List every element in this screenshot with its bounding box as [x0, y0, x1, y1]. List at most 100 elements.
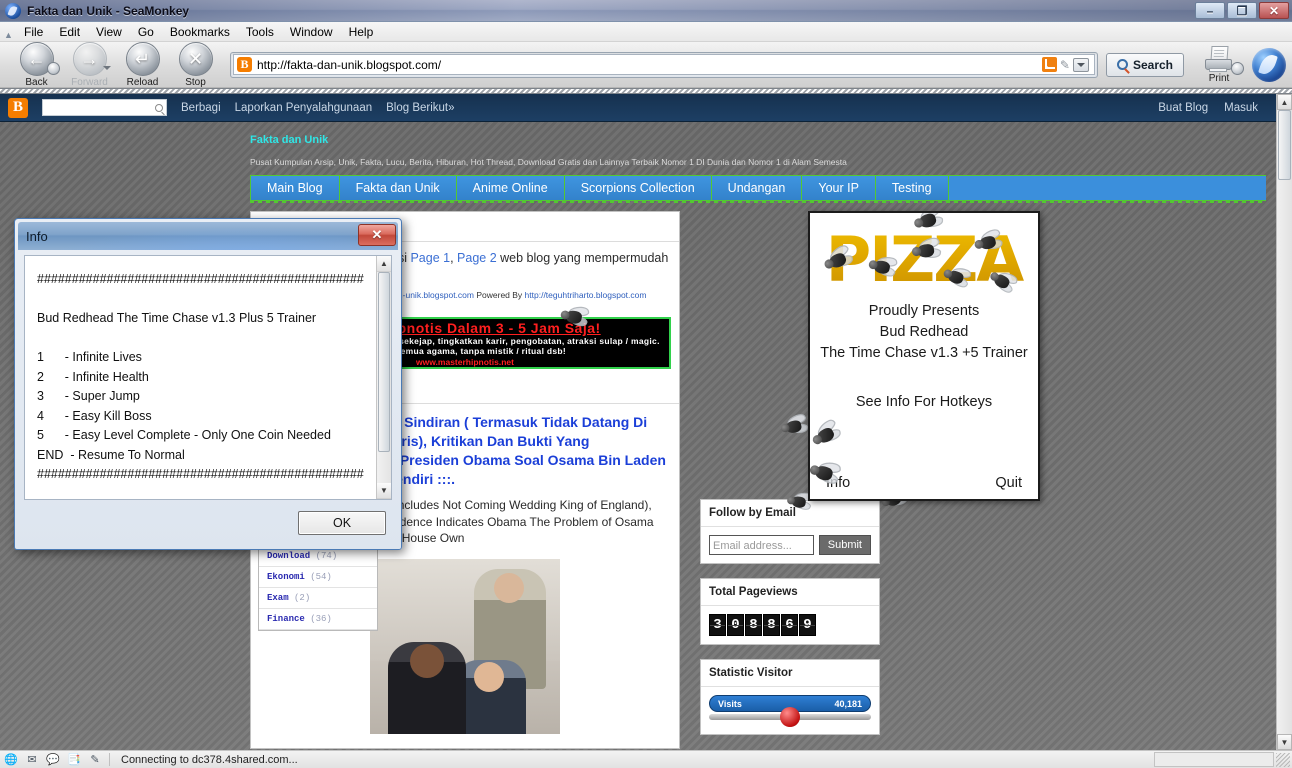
trainer-headings: Proudly Presents Bud Redhead The Time Ch… — [810, 301, 1038, 364]
scroll-up-icon[interactable]: ▲ — [377, 256, 391, 272]
forward-history-dropdown-icon — [103, 65, 111, 70]
tab-anime-online[interactable]: Anime Online — [456, 176, 565, 200]
info-dialog-scrollbar[interactable]: ▲ ▼ — [376, 256, 391, 499]
bookmark-pencil-icon[interactable]: ✎ — [1060, 58, 1070, 72]
total-pageviews-widget: Total Pageviews 3 0 8 8 6 9 — [700, 578, 880, 645]
blogger-search-input[interactable] — [42, 99, 167, 116]
menu-file[interactable]: File — [16, 23, 51, 41]
pageviews-digit: 0 — [727, 614, 744, 636]
url-bar-icons: ✎ — [1041, 57, 1091, 72]
addressbook-icon[interactable]: 📑 — [67, 753, 81, 766]
blogger-link-laporkan[interactable]: Laporkan Penyalahgunaan — [235, 102, 372, 114]
window-title: Fakta dan Unik - SeaMonkey — [27, 3, 190, 18]
location-bar[interactable]: B http://fakta-dan-unik.blogspot.com/ ✎ — [230, 51, 1098, 78]
email-input[interactable]: Email address... — [709, 535, 814, 555]
tab-scorpions-collection[interactable]: Scorpions Collection — [564, 176, 712, 200]
close-icon: ✕ — [1268, 3, 1280, 18]
info-dialog-close-button[interactable]: ✕ — [358, 224, 396, 246]
back-button[interactable]: ← Back — [10, 41, 63, 88]
map-link-page-2[interactable]: Page 2 — [457, 251, 497, 265]
menu-go[interactable]: Go — [130, 23, 162, 41]
print-dropdown-icon[interactable] — [1231, 61, 1244, 75]
tab-undangan[interactable]: Undangan — [711, 176, 803, 200]
tab-main-blog[interactable]: Main Blog — [250, 176, 340, 200]
blog-title[interactable]: Fakta dan Unik — [250, 134, 1276, 146]
kategori-item[interactable]: Finance (36) — [259, 609, 377, 630]
scroll-down-icon[interactable]: ▼ — [1277, 734, 1292, 750]
forward-button[interactable]: → Forward — [63, 41, 116, 88]
kategori-count: (54) — [310, 572, 332, 582]
pageviews-digit: 6 — [781, 614, 798, 636]
status-bar-right — [1154, 752, 1292, 767]
submit-button[interactable]: Submit — [818, 535, 871, 555]
blog-header: Fakta dan Unik Pusat Kumpulan Arsip, Uni… — [0, 122, 1276, 175]
scrollbar-thumb[interactable] — [1278, 110, 1291, 180]
toolbar-collapse-icon[interactable]: ▲ — [4, 24, 13, 40]
tab-testing[interactable]: Testing — [875, 176, 949, 200]
autocomplete-dropdown-icon[interactable] — [1072, 57, 1089, 72]
blogger-link-buat-blog[interactable]: Buat Blog — [1158, 102, 1208, 114]
composer-icon[interactable]: ✎ — [88, 753, 102, 766]
kategori-label: Finance — [267, 614, 305, 624]
chat-icon[interactable]: 💬 — [46, 753, 60, 766]
menu-view[interactable]: View — [88, 23, 130, 41]
scrollbar-thumb[interactable] — [378, 272, 390, 452]
menu-window[interactable]: Window — [282, 23, 341, 41]
print-button[interactable]: Print — [1192, 45, 1246, 84]
scrollbar-track[interactable] — [377, 452, 391, 483]
rss-feed-icon[interactable] — [1041, 57, 1057, 72]
stop-button[interactable]: ✕ Stop — [169, 41, 222, 88]
pizza-logo: PIZZA — [822, 213, 1027, 299]
menu-tools[interactable]: Tools — [238, 23, 282, 41]
resize-grip-icon[interactable] — [1276, 752, 1290, 767]
thanks-link-powered[interactable]: http://teguhtriharto.blogspot.com — [525, 290, 647, 300]
kategori-count: (74) — [315, 551, 338, 561]
blogger-link-berbagi[interactable]: Berbagi — [181, 102, 221, 114]
back-history-dropdown-icon[interactable] — [47, 61, 60, 75]
scrollbar-track[interactable] — [1277, 180, 1292, 734]
blog-tab-menu: Main Blog Fakta dan Unik Anime Online Sc… — [250, 175, 1266, 201]
kategori-count: (2) — [294, 593, 311, 603]
kategori-item[interactable]: Ekonomi (54) — [259, 567, 377, 588]
visits-decoration-icon — [709, 707, 871, 727]
info-dialog-titlebar[interactable]: Info ✕ — [18, 222, 398, 250]
mail-icon[interactable]: ✉ — [25, 753, 39, 766]
blog-header-area: Fakta dan Unik Pusat Kumpulan Arsip, Uni… — [0, 122, 1276, 203]
scroll-down-icon[interactable]: ▼ — [377, 483, 391, 499]
blogger-logo-icon[interactable]: B — [8, 97, 28, 118]
tab-your-ip[interactable]: Your IP — [802, 176, 876, 200]
trainer-window: PIZZA Proudly Presents Bud Redhead The T… — [808, 211, 1040, 501]
tab-fakta-dan-unik[interactable]: Fakta dan Unik — [339, 176, 457, 200]
page-scrollbar[interactable]: ▲ ▼ — [1276, 94, 1292, 750]
visits-label: Visits — [718, 698, 742, 709]
seamonkey-logo-icon — [5, 2, 21, 19]
url-input[interactable]: B http://fakta-dan-unik.blogspot.com/ ✎ — [233, 54, 1095, 75]
reload-button[interactable]: ↵ Reload — [116, 41, 169, 88]
browser-mode-icon[interactable]: 🌐 — [4, 753, 18, 766]
maximize-button[interactable]: ❐ — [1227, 2, 1257, 19]
minimize-button[interactable]: – — [1195, 2, 1225, 19]
pageviews-digit: 3 — [709, 614, 726, 636]
search-button[interactable]: Search — [1105, 52, 1184, 77]
search-button-label: Search — [1132, 57, 1173, 72]
close-window-button[interactable]: ✕ — [1259, 2, 1289, 19]
menu-edit[interactable]: Edit — [51, 23, 88, 41]
menu-bookmarks[interactable]: Bookmarks — [162, 23, 238, 41]
blogger-link-blog-berikut[interactable]: Blog Berikut» — [386, 102, 454, 114]
title-bar-gloss — [0, 0, 1292, 21]
search-icon — [1116, 59, 1128, 70]
scroll-up-icon[interactable]: ▲ — [1277, 94, 1292, 110]
map-link-page-1[interactable]: Page 1 — [410, 251, 450, 265]
menu-help[interactable]: Help — [341, 23, 382, 41]
blogger-search-icon — [155, 103, 163, 112]
seamonkey-throbber-icon[interactable] — [1252, 47, 1286, 82]
menu-bar: ▲ File Edit View Go Bookmarks Tools Wind… — [0, 22, 1292, 42]
trainer-info-button[interactable]: Info — [826, 475, 850, 491]
trainer-quit-button[interactable]: Quit — [995, 475, 1022, 491]
blogger-link-masuk[interactable]: Masuk — [1224, 102, 1258, 114]
kategori-label: Download — [267, 551, 311, 561]
ok-button[interactable]: OK — [298, 511, 386, 535]
stop-icon: ✕ — [178, 41, 213, 76]
forward-arrow-icon: → — [72, 41, 107, 76]
kategori-item[interactable]: Exam (2) — [259, 588, 377, 609]
